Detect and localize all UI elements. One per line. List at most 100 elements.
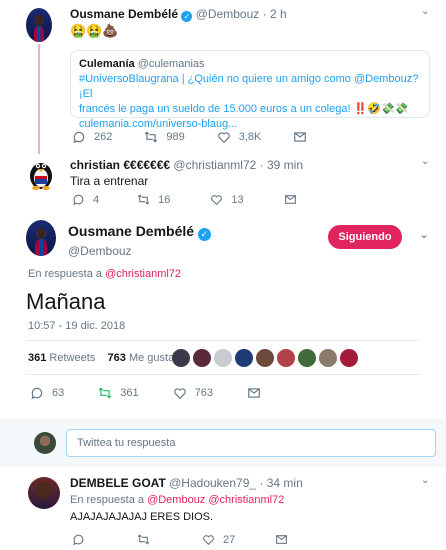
retweets-label: Retweets (49, 352, 96, 364)
reply-input-placeholder: Twittea tu respuesta (77, 437, 176, 449)
chevron-down-icon[interactable]: ⌄ (421, 6, 429, 17)
reply-button[interactable]: 262 (72, 130, 112, 144)
mail-icon (284, 195, 296, 204)
heart-icon (217, 132, 230, 144)
penguin-avatar-icon (30, 163, 52, 190)
dm-button[interactable] (293, 130, 315, 144)
author-handle[interactable]: @Dembouz (68, 244, 211, 258)
liker-avatar[interactable] (256, 349, 274, 367)
tweet-time[interactable]: · 39 min (260, 158, 303, 172)
like-count: 27 (223, 533, 236, 546)
author-handle[interactable]: @christianml72 (173, 158, 256, 172)
quote-emojis: ‼️🤣💸💸 (353, 103, 409, 115)
author-handle[interactable]: @Hadouken79_ (169, 476, 256, 490)
like-count: 3,8K (238, 131, 262, 143)
avatar[interactable] (26, 8, 52, 42)
retweet-icon (99, 387, 112, 399)
author-name[interactable]: Ousmane Dembélé (70, 7, 178, 21)
like-button[interactable]: 13 (210, 193, 244, 206)
in-reply-prefix: En respuesta a (28, 268, 102, 280)
tweet-actions: 4 16 13 (72, 193, 337, 206)
retweets-stat[interactable]: 361 Retweets (28, 352, 95, 364)
liker-avatar[interactable] (298, 349, 316, 367)
avatar[interactable] (28, 477, 60, 509)
tweet-header: DEMBELE GOAT @Hadouken79_ · 34 min (70, 476, 303, 490)
author-name[interactable]: DEMBELE GOAT (70, 476, 166, 490)
author-name[interactable]: christian €€€€€€€ (70, 158, 170, 172)
retweet-icon (137, 534, 150, 545)
like-button[interactable]: 27 (202, 533, 235, 546)
in-reply-link[interactable]: @christianml72 (208, 494, 284, 506)
liker-avatar[interactable] (214, 349, 232, 367)
thread-line (38, 44, 40, 154)
tweet-header: christian €€€€€€€ @christianml72 · 39 mi… (70, 158, 303, 172)
chevron-down-icon[interactable]: ⌄ (421, 156, 429, 167)
chevron-down-icon[interactable]: ⌄ (421, 475, 429, 486)
liker-avatar[interactable] (319, 349, 337, 367)
liker-avatar[interactable] (235, 349, 253, 367)
avatar[interactable] (24, 156, 58, 190)
reply-icon (73, 194, 84, 206)
liker-avatar[interactable] (193, 349, 211, 367)
retweet-button[interactable] (137, 533, 158, 546)
heart-icon (211, 195, 223, 206)
retweet-icon (137, 194, 150, 205)
in-reply-to: En respuesta a @christianml72 (28, 268, 181, 280)
retweet-button[interactable]: 16 (137, 193, 170, 206)
retweet-count: 361 (120, 387, 139, 399)
reply-count: 262 (94, 131, 113, 143)
like-button[interactable]: 3,8K (217, 130, 262, 144)
quote-author-handle: @culemanias (137, 58, 205, 70)
liker-avatar[interactable] (340, 349, 358, 367)
following-button[interactable]: Siguiendo (328, 225, 402, 249)
tweet-actions: 262 989 3,8K (72, 130, 347, 144)
retweet-count: 989 (166, 131, 185, 143)
tweet-timestamp[interactable]: 10:57 - 19 dic. 2018 (28, 320, 125, 332)
heart-icon (203, 535, 214, 546)
author-name[interactable]: Ousmane Dembélé (68, 223, 194, 239)
dm-button[interactable] (284, 193, 305, 206)
author-handle[interactable]: @Dembouz (196, 7, 260, 21)
dm-button[interactable] (247, 386, 269, 400)
mail-icon (248, 388, 260, 398)
reply-button[interactable] (72, 533, 93, 546)
reply-count: 63 (52, 387, 65, 399)
mail-icon (294, 132, 307, 142)
like-count: 13 (231, 193, 244, 206)
tweet-time[interactable]: · 34 min (259, 476, 302, 490)
emoji: 🤮 (86, 23, 103, 38)
reply-count: 4 (93, 193, 100, 206)
retweet-icon (145, 131, 158, 143)
reply-icon (31, 387, 43, 400)
verified-icon: ✓ (181, 11, 193, 22)
quote-text-line1: #UniversoBlaugrana | ¿Quién no quiere un… (79, 73, 419, 100)
reply-button[interactable]: 63 (30, 386, 64, 400)
divider (26, 340, 420, 341)
retweet-button[interactable]: 989 (144, 130, 185, 144)
in-reply-prefix: En respuesta a (70, 494, 144, 506)
tweet-time[interactable]: · 2 h (263, 7, 287, 21)
emoji: 🤮 (70, 23, 87, 38)
verified-icon: ✓ (197, 228, 211, 241)
dm-button[interactable] (275, 533, 296, 546)
like-button[interactable]: 763 (173, 386, 213, 400)
emoji: 💩 (102, 23, 119, 38)
reply-input[interactable]: Twittea tu respuesta (66, 429, 436, 457)
reply-button[interactable]: 4 (72, 193, 99, 206)
chevron-down-icon[interactable]: ⌄ (419, 227, 429, 241)
quote-text-line2-text: francés le paga un sueldo de 15.000 euro… (79, 103, 351, 115)
likers-avatars (172, 349, 361, 367)
retweet-button[interactable]: 361 (98, 386, 139, 400)
in-reply-link[interactable]: @christianml72 (105, 268, 181, 280)
in-reply-link[interactable]: @Dembouz (147, 494, 205, 506)
main-tweet-text: Mañana (26, 289, 106, 314)
quoted-tweet[interactable]: Culemanía @culemanias #UniversoBlaugrana… (70, 50, 430, 130)
likes-stat[interactable]: 763 Me gusta (108, 352, 175, 364)
tweet-header: Ousmane Dembélé ✓ @Dembouz · 2 h (70, 7, 287, 22)
liker-avatar[interactable] (277, 349, 295, 367)
liker-avatar[interactable] (172, 349, 190, 367)
avatar[interactable] (26, 220, 56, 256)
retweets-count: 361 (28, 352, 47, 364)
in-reply-to: En respuesta a @Dembouz @christianml72 (70, 494, 284, 506)
tweet-actions: 63 361 763 (30, 386, 301, 400)
